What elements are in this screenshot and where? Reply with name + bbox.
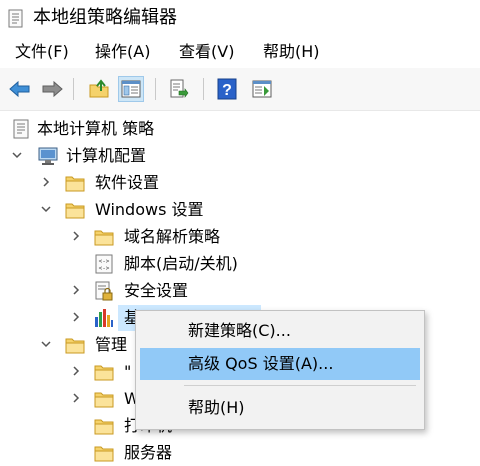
tree-label: 本地计算机 策略: [37, 119, 155, 138]
toolbar-separator: [203, 78, 204, 100]
menu-view[interactable]: 查看(V): [177, 41, 236, 63]
context-menu: 新建策略(C)... 高级 QoS 设置(A)... 帮助(H): [135, 310, 425, 430]
chevron-right-icon[interactable]: [70, 391, 82, 405]
context-item-label: 高级 QoS 设置(A)...: [188, 354, 334, 373]
folder-icon: [94, 419, 114, 435]
export-list-icon: [170, 79, 189, 98]
tree-label: 管理: [95, 335, 128, 354]
help-icon: ?: [217, 78, 237, 100]
tree-label: 安全设置: [124, 281, 189, 300]
chevron-right-icon[interactable]: [70, 283, 82, 297]
folder-icon: [65, 338, 85, 354]
up-one-level-button[interactable]: [86, 76, 112, 102]
window-title: 本地组策略编辑器: [33, 7, 177, 28]
menu-help[interactable]: 帮助(H): [261, 41, 322, 63]
chevron-down-icon[interactable]: [40, 202, 52, 216]
show-hide-tree-icon: [121, 80, 141, 98]
menu-bar: 文件(F) 操作(A) 查看(V) 帮助(H): [0, 36, 480, 68]
tree-node-name-resolution[interactable]: 域名解析策略: [0, 224, 480, 250]
forward-arrow-icon: [42, 80, 63, 98]
tree-label: 服务器: [124, 443, 173, 462]
back-arrow-icon: [9, 80, 30, 98]
security-lock-icon: [95, 281, 113, 301]
tree-label: 计算机配置: [66, 146, 147, 165]
folder-icon: [65, 176, 85, 192]
tree-node-windows-settings[interactable]: Windows 设置: [0, 197, 480, 223]
script-icon: <-> <->: [95, 254, 113, 274]
export-list-button[interactable]: [166, 76, 192, 102]
chevron-right-icon[interactable]: [40, 175, 52, 189]
menu-file[interactable]: 文件(F): [13, 41, 71, 63]
up-folder-icon: [89, 79, 109, 98]
tree-label: Windows 设置: [95, 200, 204, 219]
chevron-down-icon[interactable]: [11, 148, 23, 162]
back-button[interactable]: [7, 76, 33, 102]
computer-icon: [38, 147, 58, 165]
svg-text:<->: <->: [99, 265, 110, 272]
folder-icon: [94, 446, 114, 462]
tree-label: ": [124, 362, 132, 381]
toolbar: ?: [0, 68, 480, 111]
folder-icon: [94, 392, 114, 408]
folder-icon: [94, 230, 114, 246]
tree-node-computer-config[interactable]: 计算机配置: [0, 143, 480, 169]
menu-action[interactable]: 操作(A): [93, 41, 152, 63]
policy-editor-app-icon: [8, 9, 23, 28]
help-button[interactable]: ?: [214, 76, 240, 102]
menu-separator: [184, 385, 416, 386]
show-action-pane-button[interactable]: [249, 76, 275, 102]
chevron-right-icon[interactable]: [70, 364, 82, 378]
show-action-pane-icon: [252, 80, 272, 98]
toolbar-separator: [155, 78, 156, 100]
context-item-label: 帮助(H): [188, 398, 245, 417]
tree-label: 脚本(启动/关机): [124, 254, 238, 273]
svg-text:<->: <->: [99, 258, 110, 265]
folder-icon: [65, 203, 85, 219]
chevron-down-icon[interactable]: [40, 337, 52, 351]
show-hide-tree-button[interactable]: [118, 76, 144, 102]
context-item-label: 新建策略(C)...: [188, 321, 291, 340]
toolbar-separator: [73, 78, 74, 100]
bar-chart-icon: [95, 309, 113, 327]
tree-node-root[interactable]: 本地计算机 策略: [0, 116, 480, 142]
folder-icon: [94, 365, 114, 381]
tree-node-scripts[interactable]: <-> <-> 脚本(启动/关机): [0, 251, 480, 277]
tree-node-software-settings[interactable]: 软件设置: [0, 170, 480, 196]
context-item-help[interactable]: 帮助(H): [140, 392, 420, 424]
title-bar: 本地组策略编辑器: [0, 0, 480, 36]
chevron-right-icon[interactable]: [70, 229, 82, 243]
tree-label: 软件设置: [95, 173, 160, 192]
context-item-advanced-qos[interactable]: 高级 QoS 设置(A)...: [140, 348, 420, 380]
svg-text:?: ?: [222, 82, 232, 99]
chevron-right-icon[interactable]: [70, 310, 82, 324]
tree-label: 域名解析策略: [124, 227, 221, 246]
forward-button[interactable]: [39, 76, 65, 102]
policy-document-icon: [13, 119, 29, 139]
context-item-new-policy[interactable]: 新建策略(C)...: [140, 315, 420, 347]
tree-node-server[interactable]: 服务器: [0, 440, 480, 466]
tree-node-security-settings[interactable]: 安全设置: [0, 278, 480, 304]
